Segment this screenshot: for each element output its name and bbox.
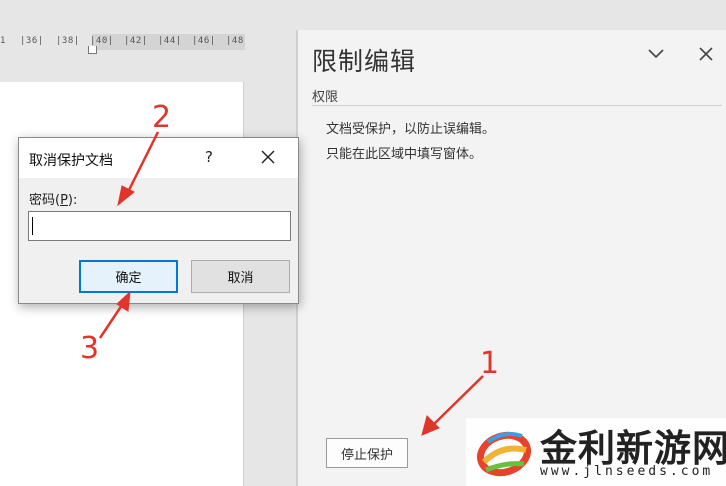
- ruler-label: 1: [0, 36, 6, 46]
- ruler-label: |42|: [124, 36, 148, 46]
- ruler-indent-marker[interactable]: [88, 46, 97, 54]
- watermark-url: www.jlnseeds.com: [540, 464, 714, 479]
- password-access-key: P: [60, 193, 68, 208]
- ruler-labels: 1 |36| |38| |40| |42| |44| |46| |48: [0, 36, 250, 50]
- password-label-prefix: 密码(: [29, 193, 61, 208]
- permissions-heading: 权限: [312, 90, 339, 105]
- watermark-logo-icon: [477, 431, 531, 477]
- stop-protection-button[interactable]: 停止保护: [326, 438, 408, 468]
- text-caret: [32, 217, 33, 235]
- cancel-button[interactable]: 取消: [191, 260, 290, 293]
- unprotect-document-dialog: 取消保护文档 ? 密码(P): 确定 取消: [18, 137, 299, 304]
- ruler-label: |36|: [20, 36, 44, 46]
- password-label-suffix: ):: [67, 193, 78, 208]
- section-divider: [312, 105, 722, 106]
- password-label: 密码(P):: [29, 189, 77, 208]
- chevron-down-icon[interactable]: [646, 44, 666, 64]
- protection-info-line: 文档受保护，以防止误编辑。: [326, 122, 496, 137]
- step-number-1: 1: [480, 346, 500, 381]
- ruler-label: |46|: [192, 36, 216, 46]
- ruler-label: |44|: [158, 36, 182, 46]
- pane-title: 限制编辑: [312, 47, 417, 76]
- help-icon[interactable]: ?: [205, 148, 213, 166]
- close-icon[interactable]: [696, 44, 716, 64]
- ruler-label: |38|: [56, 36, 80, 46]
- close-icon[interactable]: [259, 148, 277, 166]
- dialog-title: 取消保护文档: [29, 153, 113, 169]
- ruler-label: |40|: [90, 36, 114, 46]
- ruler-label: |48: [226, 36, 244, 46]
- step-number-3: 3: [80, 331, 100, 366]
- password-input[interactable]: [28, 211, 291, 241]
- step-number-2: 2: [152, 100, 172, 135]
- ok-button[interactable]: 确定: [79, 260, 178, 293]
- protection-info-line: 只能在此区域中填写窗体。: [326, 147, 483, 162]
